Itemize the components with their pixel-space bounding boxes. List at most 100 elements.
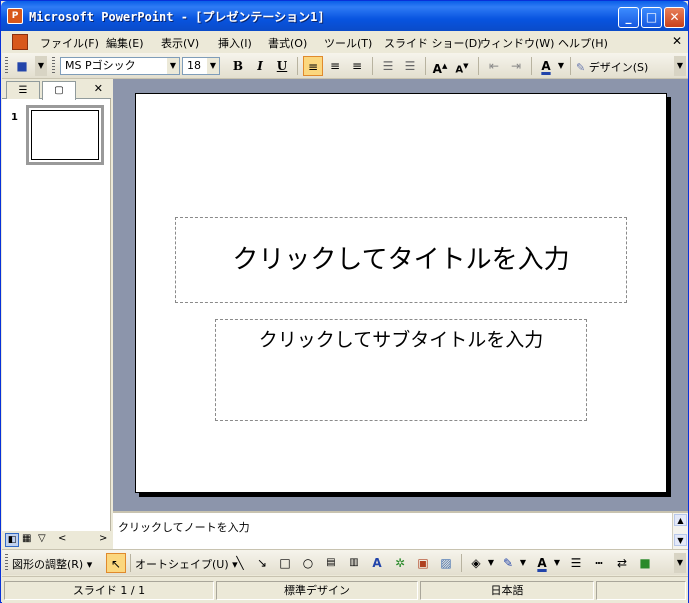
document-close-icon[interactable]: ✕ [672, 34, 682, 48]
menu-format[interactable]: 書式(O) [268, 35, 307, 51]
toolbar-grip[interactable] [5, 57, 8, 75]
align-center-button[interactable]: ≡ [325, 56, 345, 76]
document-icon[interactable] [12, 34, 28, 50]
increase-font-icon[interactable]: A▲ [430, 56, 450, 76]
toolbar-separator [531, 57, 532, 75]
design-button[interactable]: ✎ デザイン(S) [576, 59, 648, 75]
menu-bar: ファイル(F) 編集(E) 表示(V) 挿入(I) 書式(O) ツール(T) ス… [2, 31, 688, 53]
decrease-indent-icon[interactable]: ⇤ [484, 56, 504, 76]
bold-button[interactable]: B [228, 56, 248, 76]
chevron-down-icon[interactable]: ▼ [556, 56, 566, 76]
line-color-icon[interactable]: ✎ [498, 553, 518, 573]
powerpoint-app-icon[interactable]: P [7, 8, 23, 24]
toolbar-separator [478, 57, 479, 75]
chevron-down-icon[interactable]: ▼ [207, 58, 219, 74]
chevron-down-icon[interactable]: ▼ [552, 553, 562, 573]
notes-pane[interactable]: クリックしてノートを入力 ▲ ▼ [113, 511, 688, 549]
maximize-button[interactable]: □ [641, 7, 662, 28]
align-right-button[interactable]: ≡ [347, 56, 367, 76]
scroll-right-icon[interactable]: > [99, 533, 107, 544]
shadow-icon[interactable]: ■ [635, 553, 655, 573]
drawing-toolbar: 図形の調整(R) ▾ ↖ オートシェイプ(U) ▾ ╲ ↘ □ ○ ▤ ▥ A … [2, 549, 688, 575]
menu-file[interactable]: ファイル(F) [40, 35, 99, 51]
toolbar-separator [425, 57, 426, 75]
tab-slides[interactable]: ▢ [42, 81, 76, 100]
diagram-icon[interactable]: ✲ [390, 553, 410, 573]
rectangle-icon[interactable]: □ [275, 553, 295, 573]
menu-window[interactable]: ウィンドウ(W) [480, 35, 554, 51]
notes-scrollbar[interactable]: ▲ ▼ [672, 513, 688, 549]
toolbar-grip[interactable] [52, 57, 55, 75]
vertical-textbox-icon[interactable]: ▥ [344, 553, 364, 573]
normal-view-icon[interactable]: ◧ [5, 533, 19, 547]
dash-style-icon[interactable]: ┅ [589, 553, 609, 573]
slides-panel: ☰ ▢ ✕ 1 [2, 79, 111, 531]
font-name-select[interactable]: MS Pゴシック ▼ [60, 57, 180, 75]
scroll-down-icon[interactable]: ▼ [674, 534, 687, 546]
notes-placeholder[interactable]: クリックしてノートを入力 [118, 519, 250, 535]
select-pointer-icon[interactable]: ↖ [106, 553, 126, 573]
menu-view[interactable]: 表示(V) [161, 35, 199, 51]
slide-canvas[interactable]: クリックしてタイトルを入力 クリックしてサブタイトルを入力 [135, 93, 667, 493]
fill-color-icon[interactable]: ◈ [466, 553, 486, 573]
save-icon[interactable]: ■ [12, 56, 32, 76]
menu-insert[interactable]: 挿入(I) [218, 35, 252, 51]
close-button[interactable]: ✕ [664, 7, 685, 28]
align-left-button[interactable]: ≡ [303, 56, 323, 76]
toolbar-grip[interactable] [5, 554, 8, 572]
status-slide-count: スライド 1 / 1 [4, 581, 214, 600]
autoshape-button[interactable]: オートシェイプ(U) ▾ [135, 556, 238, 572]
arrow-icon[interactable]: ↘ [252, 553, 272, 573]
toolbar-options-icon[interactable]: ▼ [674, 553, 686, 573]
title-bar[interactable]: P Microsoft PowerPoint - [プレゼンテーション1] _ … [1, 1, 688, 31]
panel-close-icon[interactable]: ✕ [94, 82, 103, 95]
numbering-icon[interactable]: ☰ [378, 56, 398, 76]
status-design: 標準デザイン [216, 581, 418, 600]
underline-button[interactable]: U [272, 56, 292, 76]
wordart-icon[interactable]: A [367, 553, 387, 573]
toolbar-separator [130, 554, 131, 572]
chevron-down-icon[interactable]: ▼ [518, 553, 528, 573]
font-color-icon[interactable]: A [536, 56, 556, 76]
increase-indent-icon[interactable]: ⇥ [506, 56, 526, 76]
chevron-down-icon[interactable]: ▼ [167, 58, 179, 74]
menu-tools[interactable]: ツール(T) [324, 35, 372, 51]
line-icon[interactable]: ╲ [230, 553, 250, 573]
title-placeholder[interactable]: クリックしてタイトルを入力 [175, 217, 627, 303]
adjust-shapes-button[interactable]: 図形の調整(R) ▾ [12, 556, 92, 572]
toolbar-options-icon[interactable]: ▼ [674, 56, 686, 76]
arrow-style-icon[interactable]: ⇄ [612, 553, 632, 573]
ellipse-icon[interactable]: ○ [298, 553, 318, 573]
menu-edit[interactable]: 編集(E) [106, 35, 144, 51]
slide-thumbnail[interactable] [26, 105, 104, 165]
clipart-icon[interactable]: ▣ [413, 553, 433, 573]
status-empty [596, 581, 686, 600]
toolbar-separator [297, 57, 298, 75]
picture-icon[interactable]: ▨ [436, 553, 456, 573]
toolbar-separator [372, 57, 373, 75]
chevron-down-icon[interactable]: ▼ [486, 553, 496, 573]
scroll-up-icon[interactable]: ▲ [674, 514, 687, 526]
textbox-icon[interactable]: ▤ [321, 553, 341, 573]
bullets-icon[interactable]: ☰ [400, 56, 420, 76]
status-bar: スライド 1 / 1 標準デザイン 日本語 [2, 576, 688, 603]
decrease-font-icon[interactable]: A▼ [452, 56, 472, 76]
scroll-left-icon[interactable]: < [58, 533, 66, 544]
panel-tabs: ☰ ▢ ✕ [2, 79, 111, 100]
slideshow-icon[interactable]: ▽ [38, 533, 46, 544]
slide-sorter-icon[interactable]: ▦ [22, 533, 31, 544]
toolbar-options-icon[interactable]: ▼ [35, 56, 47, 76]
subtitle-placeholder[interactable]: クリックしてサブタイトルを入力 [215, 319, 587, 421]
italic-button[interactable]: I [250, 56, 270, 76]
font-size-select[interactable]: 18 ▼ [182, 57, 220, 75]
menu-slideshow[interactable]: スライド ショー(D) [384, 35, 482, 51]
menu-help[interactable]: ヘルプ(H) [558, 35, 608, 51]
status-language: 日本語 [420, 581, 594, 600]
line-style-icon[interactable]: ☰ [566, 553, 586, 573]
formatting-toolbar: ■ ▼ MS Pゴシック ▼ 18 ▼ B I U ≡ ≡ ≡ ☰ ☰ A▲ A… [2, 53, 688, 79]
tab-outline[interactable]: ☰ [6, 81, 40, 99]
minimize-button[interactable]: _ [618, 7, 639, 28]
window-title: Microsoft PowerPoint - [プレゼンテーション1] [29, 10, 325, 24]
view-buttons: ◧ ▦ ▽ < > [2, 531, 111, 549]
font-color-icon[interactable]: A [532, 553, 552, 573]
